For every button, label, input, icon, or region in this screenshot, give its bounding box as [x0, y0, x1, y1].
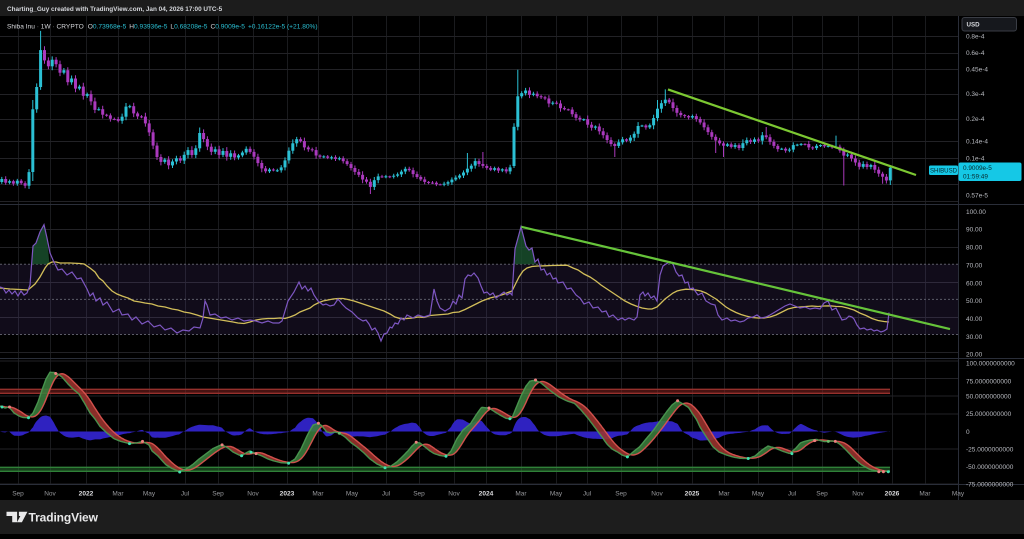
- svg-text:May: May: [550, 490, 563, 497]
- svg-text:Mar: Mar: [515, 490, 527, 497]
- svg-text:Nov: Nov: [247, 490, 259, 497]
- svg-text:Sep: Sep: [212, 490, 224, 497]
- svg-text:Sep: Sep: [12, 490, 24, 497]
- svg-text:2026: 2026: [885, 490, 900, 497]
- svg-text:75.0000000000: 75.0000000000: [966, 378, 1012, 385]
- svg-text:0.3e-4: 0.3e-4: [966, 91, 985, 98]
- svg-text:30.00: 30.00: [966, 334, 983, 341]
- svg-text:May: May: [143, 490, 156, 497]
- svg-text:50.0000000000: 50.0000000000: [966, 393, 1012, 400]
- svg-text:Sep: Sep: [816, 490, 828, 497]
- svg-text:100.0000000000: 100.0000000000: [966, 360, 1015, 367]
- svg-text:2022: 2022: [79, 490, 94, 497]
- svg-text:Jul: Jul: [181, 490, 190, 497]
- svg-text:25.0000000000: 25.0000000000: [966, 411, 1012, 418]
- svg-text:Sep: Sep: [615, 490, 627, 497]
- svg-text:90.00: 90.00: [966, 227, 983, 234]
- svg-text:100.00: 100.00: [966, 209, 986, 216]
- svg-text:May: May: [752, 490, 765, 497]
- svg-text:Mar: Mar: [312, 490, 324, 497]
- svg-text:40.00: 40.00: [966, 316, 983, 323]
- svg-text:Charting_Guy created with Trad: Charting_Guy created with TradingView.co…: [7, 6, 223, 13]
- svg-text:TradingView: TradingView: [29, 511, 99, 525]
- svg-text:Nov: Nov: [448, 490, 460, 497]
- svg-text:0.6e-4: 0.6e-4: [966, 50, 985, 57]
- svg-text:Nov: Nov: [852, 490, 864, 497]
- svg-text:Mar: Mar: [112, 490, 124, 497]
- svg-text:01:59:49: 01:59:49: [963, 174, 988, 181]
- svg-text:0.45e-4: 0.45e-4: [966, 66, 988, 73]
- svg-text:Jul: Jul: [788, 490, 797, 497]
- svg-text:0.1e-4: 0.1e-4: [966, 156, 985, 163]
- svg-text:-75.0000000000: -75.0000000000: [966, 481, 1014, 488]
- svg-text:0.14e-4: 0.14e-4: [966, 138, 988, 145]
- svg-text:0.57e-5: 0.57e-5: [966, 193, 988, 200]
- svg-text:80.00: 80.00: [966, 245, 983, 252]
- svg-text:-25.0000000000: -25.0000000000: [966, 446, 1014, 453]
- svg-text:50.00: 50.00: [966, 298, 983, 305]
- svg-text:2024: 2024: [479, 490, 494, 497]
- svg-text:2025: 2025: [685, 490, 700, 497]
- svg-text:SHIBUSD: SHIBUSD: [930, 167, 958, 174]
- svg-text:0.9009e-5: 0.9009e-5: [963, 165, 992, 172]
- svg-text:60.00: 60.00: [966, 280, 983, 287]
- svg-text:Jul: Jul: [583, 490, 592, 497]
- svg-text:0.2e-4: 0.2e-4: [966, 116, 985, 123]
- svg-text:-50.0000000000: -50.0000000000: [966, 464, 1014, 471]
- svg-text:Jul: Jul: [382, 490, 391, 497]
- svg-text:Mar: Mar: [919, 490, 931, 497]
- svg-text:Sep: Sep: [413, 490, 425, 497]
- svg-text:20.00: 20.00: [966, 352, 983, 359]
- svg-text:USD: USD: [967, 22, 981, 29]
- svg-text:May: May: [346, 490, 359, 497]
- svg-text:Shiba Inu · 1W · CRYPTOO0.7396: Shiba Inu · 1W · CRYPTOO0.73968e-5H0.939…: [7, 23, 318, 30]
- svg-text:Nov: Nov: [651, 490, 663, 497]
- svg-text:0: 0: [966, 429, 970, 436]
- svg-text:May: May: [952, 490, 965, 497]
- svg-text:2023: 2023: [280, 490, 295, 497]
- svg-text:Mar: Mar: [718, 490, 730, 497]
- svg-text:Nov: Nov: [44, 490, 56, 497]
- svg-text:70.00: 70.00: [966, 262, 983, 269]
- svg-text:0.8e-4: 0.8e-4: [966, 34, 985, 41]
